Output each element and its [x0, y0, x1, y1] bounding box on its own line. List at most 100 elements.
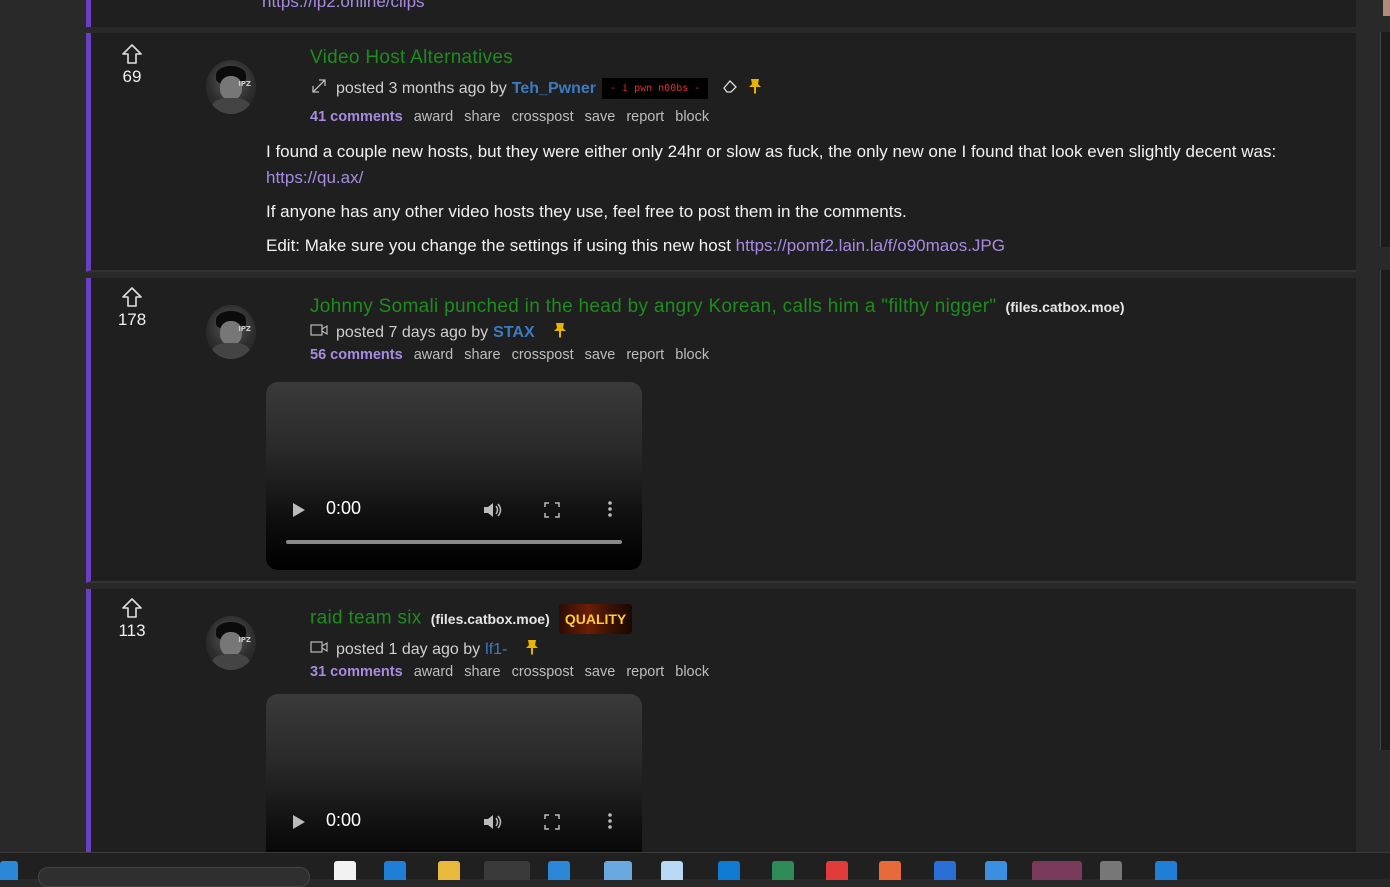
post-actions: 31 comments award share crosspost save r…: [310, 664, 716, 680]
share-link[interactable]: share: [464, 664, 500, 680]
app-icon[interactable]: [384, 861, 406, 880]
report-link[interactable]: report: [626, 109, 664, 125]
app-icon[interactable]: [985, 861, 1007, 880]
body-link[interactable]: https://qu.ax/: [266, 168, 363, 187]
post-title[interactable]: Video Host Alternatives: [310, 47, 513, 68]
body-paragraph: If anyone has any other video hosts they…: [266, 202, 907, 221]
post-title[interactable]: raid team six: [310, 608, 422, 629]
crosspost-link[interactable]: crosspost: [512, 109, 574, 125]
award-link[interactable]: award: [414, 347, 454, 363]
comments-link[interactable]: 56 comments: [310, 347, 403, 363]
posted-label: posted: [336, 79, 385, 97]
post-meta: posted 7 days ago by STAX: [310, 322, 567, 343]
save-link[interactable]: save: [585, 347, 616, 363]
app-icon[interactable]: [334, 861, 356, 880]
author-link[interactable]: lf1-: [485, 641, 507, 659]
app-icon[interactable]: [934, 861, 956, 880]
post-domain[interactable]: (files.catbox.moe): [1006, 299, 1125, 315]
comments-link[interactable]: 41 comments: [310, 109, 403, 125]
block-link[interactable]: block: [675, 664, 709, 680]
avatar[interactable]: IPZ: [206, 305, 256, 359]
upvote-icon[interactable]: [121, 286, 143, 308]
video-player[interactable]: 0:00: [266, 694, 642, 852]
comments-link[interactable]: 31 comments: [310, 664, 403, 680]
play-icon[interactable]: [292, 814, 306, 830]
expand-icon[interactable]: [310, 77, 330, 100]
video-icon[interactable]: [310, 323, 330, 342]
app-icon[interactable]: [879, 861, 901, 880]
save-link[interactable]: save: [585, 664, 616, 680]
more-options-icon[interactable]: [607, 812, 613, 830]
scrollbar-thumb[interactable]: [1383, 0, 1390, 16]
video-controls: 0:00: [266, 810, 642, 834]
crosspost-link[interactable]: crosspost: [512, 347, 574, 363]
vote-widget: 69: [117, 43, 147, 87]
time-ago: 1 day ago: [388, 640, 459, 658]
post-score: 113: [118, 621, 146, 640]
app-icon[interactable]: [604, 861, 632, 880]
sidebar-edge: [1380, 270, 1390, 750]
sidebar-edge: [1380, 32, 1390, 247]
more-options-icon[interactable]: [607, 500, 613, 518]
avatar[interactable]: IPZ: [206, 60, 256, 114]
pin-icon: [553, 322, 567, 343]
volume-icon[interactable]: [482, 813, 504, 831]
start-icon[interactable]: [0, 861, 18, 880]
author-link[interactable]: STAX: [493, 324, 534, 342]
post-title-line: raid team six (files.catbox.moe) QUALITY: [310, 604, 633, 634]
post-actions: 41 comments award share crosspost save r…: [310, 109, 716, 125]
app-icon[interactable]: [1155, 861, 1177, 880]
block-link[interactable]: block: [675, 347, 709, 363]
fullscreen-icon[interactable]: [544, 502, 560, 518]
author-link[interactable]: Teh_Pwner: [512, 80, 596, 98]
share-link[interactable]: share: [464, 109, 500, 125]
report-link[interactable]: report: [626, 664, 664, 680]
body-link[interactable]: https://pomf2.lain.la/f/o90maos.JPG: [736, 236, 1005, 255]
time-ago: 3 months ago: [388, 79, 486, 97]
avatar-tag: IPZ: [238, 325, 251, 333]
folder-icon[interactable]: [438, 861, 460, 880]
post-flair: QUALITY: [558, 604, 633, 634]
video-controls: 0:00: [266, 498, 642, 522]
avatar[interactable]: IPZ: [206, 616, 256, 670]
post-actions: 56 comments award share crosspost save r…: [310, 347, 716, 363]
post-domain[interactable]: (files.catbox.moe): [431, 611, 550, 627]
post-title[interactable]: Johnny Somali punched in the head by ang…: [310, 296, 996, 317]
vscode-icon[interactable]: [718, 861, 740, 880]
app-icon[interactable]: [1100, 861, 1122, 880]
vote-widget: 113: [117, 597, 147, 641]
video-icon[interactable]: [310, 640, 330, 659]
award-link[interactable]: award: [414, 664, 454, 680]
previous-post-link[interactable]: https://ip2.online/clips: [262, 0, 425, 12]
app-icon[interactable]: [772, 861, 794, 880]
play-icon[interactable]: [292, 502, 306, 518]
report-link[interactable]: report: [626, 347, 664, 363]
by-label: by: [489, 79, 507, 97]
block-link[interactable]: block: [675, 109, 709, 125]
upvote-icon[interactable]: [121, 597, 143, 619]
posted-label: posted: [336, 640, 385, 658]
taskbar: [0, 852, 1390, 887]
post-card: 69 IPZ Video Host Alternatives posted 3 …: [86, 33, 1356, 272]
app-icon[interactable]: [548, 861, 570, 880]
by-label: by: [463, 640, 481, 658]
app-icon[interactable]: [826, 861, 848, 880]
crosspost-link[interactable]: crosspost: [512, 664, 574, 680]
video-progress-bar[interactable]: [286, 540, 622, 544]
post-title-line: Johnny Somali punched in the head by ang…: [310, 296, 1125, 318]
fullscreen-icon[interactable]: [544, 814, 560, 830]
upvote-icon[interactable]: [121, 43, 143, 65]
post-score: 69: [122, 67, 142, 86]
save-link[interactable]: save: [585, 109, 616, 125]
video-player[interactable]: 0:00: [266, 382, 642, 570]
award-link[interactable]: award: [414, 109, 454, 125]
taskbar-search[interactable]: [38, 867, 310, 887]
author-flair: - i pwn n00bs -: [601, 78, 709, 99]
notepad-icon[interactable]: [661, 861, 683, 880]
posted-label: posted: [336, 323, 385, 341]
share-link[interactable]: share: [464, 347, 500, 363]
post-meta: posted 1 day ago by lf1-: [310, 639, 539, 660]
volume-icon[interactable]: [482, 501, 504, 519]
browser-icon[interactable]: [484, 861, 530, 880]
app-icon[interactable]: [1032, 861, 1082, 880]
